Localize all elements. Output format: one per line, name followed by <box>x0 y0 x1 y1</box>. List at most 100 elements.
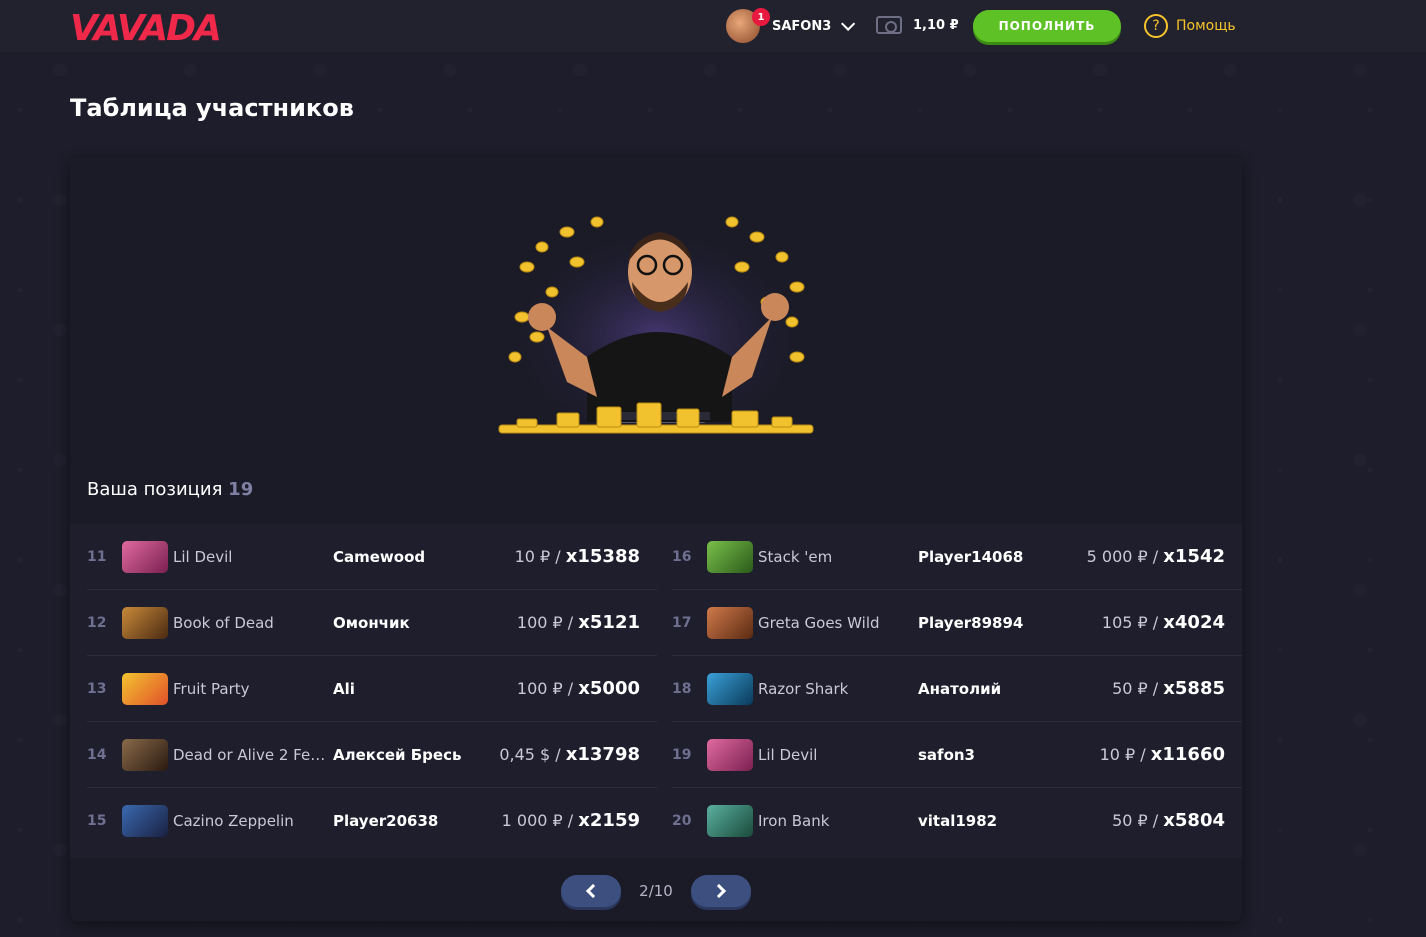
table-row: 13 Fruit Party Ali 100 ₽ / x5000 <box>87 656 657 722</box>
page-title: Таблица участников <box>70 94 354 122</box>
bet: 5 000 ₽ <box>1086 547 1148 566</box>
bet: 100 ₽ <box>516 679 563 698</box>
win-amount: 105 ₽ / x4024 <box>1101 612 1225 633</box>
player-name: Алексей Бресь <box>333 746 462 764</box>
table-row: 19 Lil Devil safon3 10 ₽ / x11660 <box>672 722 1242 788</box>
game-name[interactable]: Stack 'em <box>758 548 913 566</box>
pagination: 2/10 <box>561 875 751 907</box>
multiplier: x5000 <box>578 678 640 699</box>
game-name[interactable]: Fruit Party <box>173 680 328 698</box>
player-name: Ali <box>333 680 355 698</box>
help-link[interactable]: ? Помощь <box>1144 14 1236 38</box>
game-name[interactable]: Lil Devil <box>758 746 913 764</box>
multiplier: x5121 <box>578 612 640 633</box>
bet: 10 ₽ <box>1099 745 1136 764</box>
chevron-down-icon[interactable] <box>841 16 856 31</box>
game-thumbnail[interactable] <box>707 607 753 639</box>
multiplier: x5885 <box>1163 678 1225 699</box>
username[interactable]: SAFON3 <box>772 19 831 34</box>
table-row: 11 Lil Devil Camewood 10 ₽ / x15388 <box>87 524 657 590</box>
win-amount: 0,45 $ / x13798 <box>499 744 640 765</box>
bet: 50 ₽ <box>1112 811 1148 830</box>
player-name: Анатолий <box>918 680 1002 698</box>
vavada-logo[interactable]: VAVADA <box>70 8 222 49</box>
balance[interactable]: 1,10 ₽ <box>876 16 959 34</box>
player-name: vital1982 <box>918 812 998 830</box>
notification-badge: 1 <box>752 8 770 26</box>
win-amount: 50 ₽ / x5804 <box>1112 810 1225 831</box>
table-row: 18 Razor Shark Анатолий 50 ₽ / x5885 <box>672 656 1242 722</box>
prev-page-button[interactable] <box>561 875 621 907</box>
table-row: 16 Stack 'em Player14068 5 000 ₽ / x1542 <box>672 524 1242 590</box>
leaderboard-column-left: 11 Lil Devil Camewood 10 ₽ / x15388 12 B… <box>87 524 657 854</box>
rank: 20 <box>672 813 692 829</box>
win-amount: 10 ₽ / x15388 <box>514 546 640 567</box>
leaderboard-card: Ваша позиция 19 11 Lil Devil Camewood 10… <box>70 157 1242 921</box>
table-row: 20 Iron Bank vital1982 50 ₽ / x5804 <box>672 788 1242 854</box>
top-header: VAVADA 1 SAFON3 1,10 ₽ ПОПОЛНИТЬ ? Помощ… <box>0 0 1426 52</box>
user-menu[interactable]: 1 SAFON3 <box>726 8 856 43</box>
deposit-button[interactable]: ПОПОЛНИТЬ <box>973 10 1121 42</box>
win-amount: 100 ₽ / x5121 <box>516 612 640 633</box>
help-label: Помощь <box>1176 18 1236 34</box>
table-row: 14 Dead or Alive 2 Feature Buy Алексей Б… <box>87 722 657 788</box>
balance-value: 1,10 ₽ <box>913 17 959 33</box>
position-value: 19 <box>228 479 254 500</box>
multiplier: x2159 <box>578 810 640 831</box>
game-thumbnail[interactable] <box>122 541 168 573</box>
game-thumbnail[interactable] <box>122 673 168 705</box>
player-name: Player14068 <box>918 548 1024 566</box>
win-amount: 5 000 ₽ / x1542 <box>1086 546 1225 567</box>
rank: 18 <box>672 681 692 697</box>
rank: 16 <box>672 549 692 565</box>
game-name[interactable]: Lil Devil <box>173 548 328 566</box>
bet: 105 ₽ <box>1101 613 1148 632</box>
bet: 10 ₽ <box>514 547 551 566</box>
player-name: Player20638 <box>333 812 439 830</box>
chevron-left-icon <box>585 883 601 899</box>
table-row: 12 Book of Dead Омончик 100 ₽ / x5121 <box>87 590 657 656</box>
multiplier: x1542 <box>1163 546 1225 567</box>
game-name[interactable]: Iron Bank <box>758 812 913 830</box>
game-thumbnail[interactable] <box>122 607 168 639</box>
rank: 13 <box>87 681 107 697</box>
game-name[interactable]: Dead or Alive 2 Feature Buy <box>173 746 328 764</box>
leaderboard-list: 11 Lil Devil Camewood 10 ₽ / x15388 12 B… <box>70 524 1242 858</box>
game-thumbnail[interactable] <box>707 805 753 837</box>
win-amount: 1 000 ₽ / x2159 <box>501 810 640 831</box>
chevron-right-icon <box>711 883 727 899</box>
game-thumbnail[interactable] <box>707 673 753 705</box>
rank: 11 <box>87 549 107 565</box>
bet: 100 ₽ <box>516 613 563 632</box>
rank: 17 <box>672 615 692 631</box>
table-row: 15 Cazino Zeppelin Player20638 1 000 ₽ /… <box>87 788 657 854</box>
game-name[interactable]: Book of Dead <box>173 614 328 632</box>
rank: 19 <box>672 747 692 763</box>
rank: 12 <box>87 615 107 631</box>
page-indicator: 2/10 <box>639 882 673 900</box>
bet: 1 000 ₽ <box>501 811 563 830</box>
bet: 50 ₽ <box>1112 679 1148 698</box>
player-name: Camewood <box>333 548 426 566</box>
leaderboard-column-right: 16 Stack 'em Player14068 5 000 ₽ / x1542… <box>672 524 1242 854</box>
multiplier: x5804 <box>1163 810 1225 831</box>
game-thumbnail[interactable] <box>707 541 753 573</box>
game-name[interactable]: Greta Goes Wild <box>758 614 913 632</box>
rank: 14 <box>87 747 107 763</box>
player-name: safon3 <box>918 746 975 764</box>
avatar[interactable]: 1 <box>726 8 770 43</box>
multiplier: x13798 <box>565 744 640 765</box>
player-name: Player89894 <box>918 614 1024 632</box>
next-page-button[interactable] <box>691 875 751 907</box>
position-label-text: Ваша позиция <box>87 479 223 500</box>
game-name[interactable]: Razor Shark <box>758 680 913 698</box>
multiplier: x11660 <box>1150 744 1225 765</box>
game-thumbnail[interactable] <box>707 739 753 771</box>
game-name[interactable]: Cazino Zeppelin <box>173 812 328 830</box>
question-icon: ? <box>1144 14 1168 38</box>
game-thumbnail[interactable] <box>122 805 168 837</box>
win-amount: 10 ₽ / x11660 <box>1099 744 1225 765</box>
game-thumbnail[interactable] <box>122 739 168 771</box>
bet: 0,45 $ <box>499 745 551 764</box>
table-row: 17 Greta Goes Wild Player89894 105 ₽ / x… <box>672 590 1242 656</box>
